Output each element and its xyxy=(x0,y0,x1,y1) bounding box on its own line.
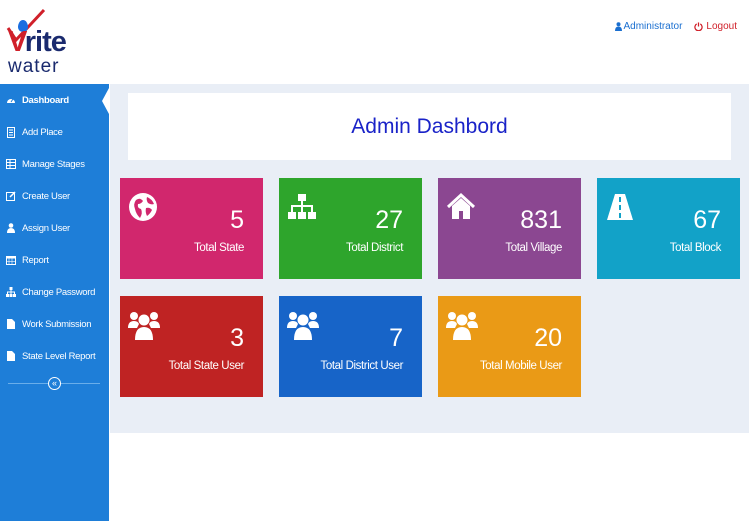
page-title: Admin Dashbord xyxy=(351,114,508,138)
sitemap-icon xyxy=(288,194,316,219)
file-icon xyxy=(6,319,16,330)
total-mobile-user-tile[interactable]: 20 Total Mobile User xyxy=(438,296,581,397)
total-block-tile[interactable]: 67 Total Block xyxy=(597,178,740,279)
administrator-link[interactable]: Administrator xyxy=(614,21,683,32)
users-icon xyxy=(128,312,160,340)
sidebar-item-state-level-report[interactable]: State Level Report xyxy=(0,340,109,372)
sidebar-item-label: Create User xyxy=(22,190,70,202)
power-icon xyxy=(694,22,704,31)
active-indicator xyxy=(102,88,109,114)
sitemap-icon xyxy=(6,287,16,298)
user-icon xyxy=(6,223,16,234)
tile-label: Total State User xyxy=(168,360,245,372)
tile-value: 27 xyxy=(375,206,403,234)
sidebar-item-manage-stages[interactable]: Manage Stages xyxy=(0,148,109,180)
total-state-tile[interactable]: 5 Total State xyxy=(120,178,263,279)
tile-value: 831 xyxy=(520,206,562,234)
sidebar-collapse-button[interactable]: « xyxy=(48,377,61,390)
tile-label: Total District User xyxy=(320,360,404,372)
file-icon xyxy=(6,351,16,362)
sidebar-item-label: Work Submission xyxy=(22,318,92,330)
logo-subtitle: water xyxy=(8,56,60,77)
sidebar-item-assign-user[interactable]: Assign User xyxy=(0,212,109,244)
tile-value: 20 xyxy=(534,324,562,352)
edit-icon xyxy=(6,191,16,202)
logo-wordmark: Vrite xyxy=(8,26,67,58)
logout-link[interactable]: Logout xyxy=(694,21,737,32)
top-header: Vrite water Administrator Logout xyxy=(0,0,749,84)
home-icon xyxy=(446,192,476,219)
sidebar-item-label: Change Password xyxy=(22,286,96,298)
total-state-user-tile[interactable]: 3 Total State User xyxy=(120,296,263,397)
tile-value: 67 xyxy=(693,206,721,234)
user-links: Administrator Logout xyxy=(614,21,737,32)
main-content: Admin Dashbord 5 Total State 27 Total Di… xyxy=(110,84,749,433)
total-district-user-tile[interactable]: 7 Total District User xyxy=(279,296,422,397)
sidebar-item-label: Manage Stages xyxy=(22,158,85,170)
sidebar: Dashboard Add Place Manage Stages Create… xyxy=(0,84,109,521)
tile-label: Total Village xyxy=(505,242,562,254)
total-district-tile[interactable]: 27 Total District xyxy=(279,178,422,279)
user-icon xyxy=(614,22,622,31)
sidebar-item-label: Dashboard xyxy=(22,94,69,106)
tile-value: 5 xyxy=(230,206,244,234)
tile-label: Total State xyxy=(194,242,244,254)
document-icon xyxy=(6,126,16,138)
sidebar-item-create-user[interactable]: Create User xyxy=(0,180,109,212)
tile-label: Total Block xyxy=(669,242,722,254)
tile-label: Total Mobile User xyxy=(479,360,562,372)
sidebar-item-report[interactable]: Report xyxy=(0,244,109,276)
tile-label: Total District xyxy=(345,242,403,254)
dashboard-icon xyxy=(6,95,16,106)
table-icon xyxy=(6,159,16,170)
calendar-icon xyxy=(6,255,16,266)
sidebar-item-dashboard[interactable]: Dashboard xyxy=(0,84,109,116)
users-icon xyxy=(287,312,319,340)
vrite-water-logo[interactable]: Vrite water xyxy=(6,6,70,77)
sidebar-item-change-password[interactable]: Change Password xyxy=(0,276,109,308)
page-title-box: Admin Dashbord xyxy=(128,93,731,160)
administrator-label: Administrator xyxy=(623,21,683,32)
logout-label: Logout xyxy=(706,21,737,32)
tile-value: 7 xyxy=(389,324,403,352)
sidebar-item-add-place[interactable]: Add Place xyxy=(0,116,109,148)
sidebar-item-label: Add Place xyxy=(22,126,63,138)
sidebar-item-work-submission[interactable]: Work Submission xyxy=(0,308,109,340)
road-icon xyxy=(607,194,633,220)
users-icon xyxy=(446,312,478,340)
sidebar-item-label: Assign User xyxy=(22,222,70,234)
total-village-tile[interactable]: 831 Total Village xyxy=(438,178,581,279)
sidebar-item-label: State Level Report xyxy=(22,350,96,362)
globe-icon xyxy=(129,193,157,221)
tile-value: 3 xyxy=(230,324,244,352)
sidebar-item-label: Report xyxy=(22,254,49,266)
